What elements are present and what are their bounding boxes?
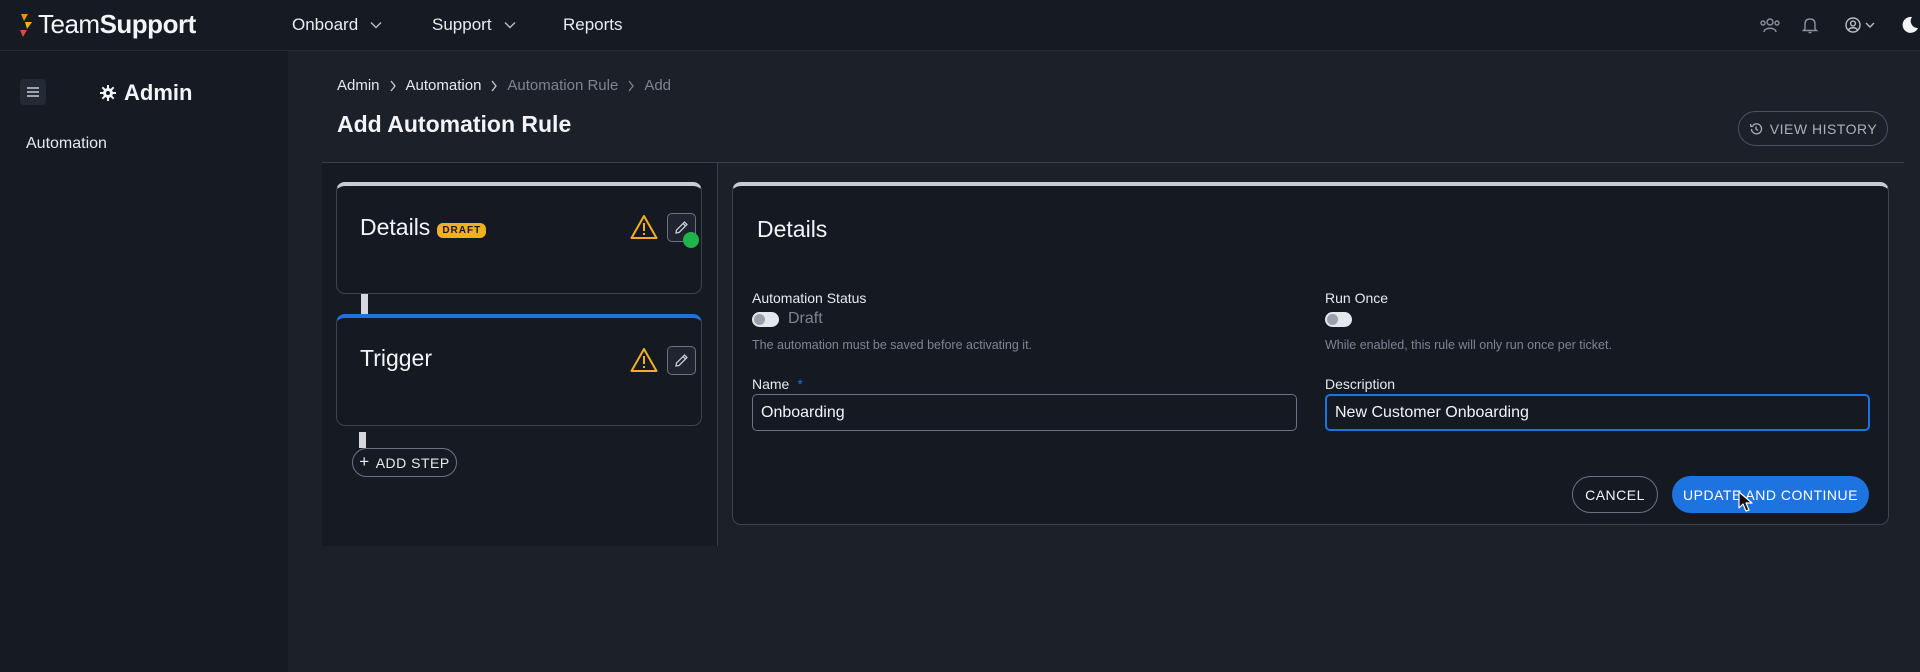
description-input[interactable] — [1325, 394, 1870, 431]
name-label: Name * — [752, 376, 803, 392]
chevron-right-icon — [390, 80, 396, 91]
dark-mode-icon[interactable] — [1900, 13, 1920, 37]
step-card-details[interactable]: Details DRAFT — [336, 182, 702, 294]
nav-support-label: Support — [432, 15, 492, 34]
chevron-down-icon — [370, 22, 382, 29]
nav-onboard-label: Onboard — [292, 15, 359, 34]
hamburger-menu-icon — [27, 87, 39, 97]
chevron-down-icon — [504, 22, 516, 29]
pencil-icon — [675, 354, 688, 367]
step-connector — [359, 432, 366, 448]
user-account-icon[interactable] — [1844, 13, 1880, 37]
chevron-right-icon — [628, 80, 635, 91]
required-mark: * — [797, 376, 803, 392]
warning-icon — [630, 215, 658, 239]
status-dot — [683, 232, 699, 248]
top-icons — [1758, 0, 1920, 50]
page-title: Add Automation Rule — [337, 111, 572, 137]
step-card-trigger[interactable]: Trigger — [336, 314, 702, 426]
description-label: Description — [1325, 376, 1396, 392]
details-form-card: Details Automation Status Draft The auto… — [732, 182, 1889, 525]
automation-status-help: The automation must be saved before acti… — [752, 338, 1033, 352]
name-label-text: Name — [752, 376, 790, 392]
run-once-help: While enabled, this rule will only run o… — [1325, 338, 1612, 352]
admin-sidebar: Admin Automation — [0, 51, 288, 672]
step-trigger-label: Trigger — [360, 345, 432, 371]
cancel-button[interactable]: CANCEL — [1572, 476, 1658, 513]
mouse-cursor-icon — [1738, 491, 1753, 512]
draft-badge: DRAFT — [437, 222, 487, 238]
team-icon[interactable] — [1758, 13, 1782, 37]
breadcrumb-admin[interactable]: Admin — [337, 77, 380, 94]
name-input[interactable] — [752, 394, 1297, 431]
update-and-continue-button[interactable]: UPDATE AND CONTINUE — [1672, 476, 1869, 513]
breadcrumb-automation-rule: Automation Rule — [507, 77, 619, 94]
gear-icon — [100, 85, 116, 101]
warning-icon — [630, 348, 658, 372]
step-trigger-title: Trigger — [360, 345, 432, 372]
form-title: Details — [757, 216, 828, 242]
step-details-title: Details DRAFT — [360, 214, 487, 241]
sidebar-title-label: Admin — [124, 80, 193, 105]
view-history-label: VIEW HISTORY — [1769, 120, 1878, 137]
nav-onboard[interactable]: Onboard — [292, 0, 382, 50]
sidebar-title: Admin — [100, 80, 192, 106]
add-step-button[interactable]: + ADD STEP — [352, 448, 457, 477]
automation-status-value: Draft — [788, 310, 823, 327]
teamsupport-logo[interactable]: TeamSupport — [18, 9, 196, 40]
run-once-label: Run Once — [1325, 290, 1389, 306]
logo-icon — [20, 13, 32, 37]
step-details-label: Details — [360, 214, 431, 240]
history-icon — [1749, 122, 1762, 134]
bell-icon[interactable] — [1798, 13, 1822, 37]
edit-trigger-button[interactable] — [667, 346, 696, 375]
top-navigation-bar: TeamSupport Onboard Support Reports — [0, 0, 1920, 51]
automation-status-toggle[interactable] — [752, 312, 779, 327]
breadcrumb-automation[interactable]: Automation — [406, 77, 482, 94]
step-connector — [361, 294, 368, 314]
nav-reports[interactable]: Reports — [563, 0, 623, 50]
breadcrumb: Admin Automation Automation Rule Add — [337, 77, 671, 94]
view-history-button[interactable]: VIEW HISTORY — [1738, 111, 1888, 146]
nav-reports-label: Reports — [563, 15, 623, 34]
chevron-right-icon — [491, 80, 498, 91]
sidebar-toggle-button[interactable] — [20, 79, 46, 105]
automation-status-label: Automation Status — [752, 290, 867, 306]
breadcrumb-add: Add — [644, 77, 672, 94]
nav-support[interactable]: Support — [432, 0, 516, 50]
add-step-label: ADD STEP — [375, 454, 450, 471]
sidebar-item-automation[interactable]: Automation — [26, 135, 107, 153]
run-once-toggle[interactable] — [1325, 312, 1352, 327]
plus-icon: + — [359, 451, 370, 471]
logo-text: TeamSupport — [38, 9, 196, 39]
